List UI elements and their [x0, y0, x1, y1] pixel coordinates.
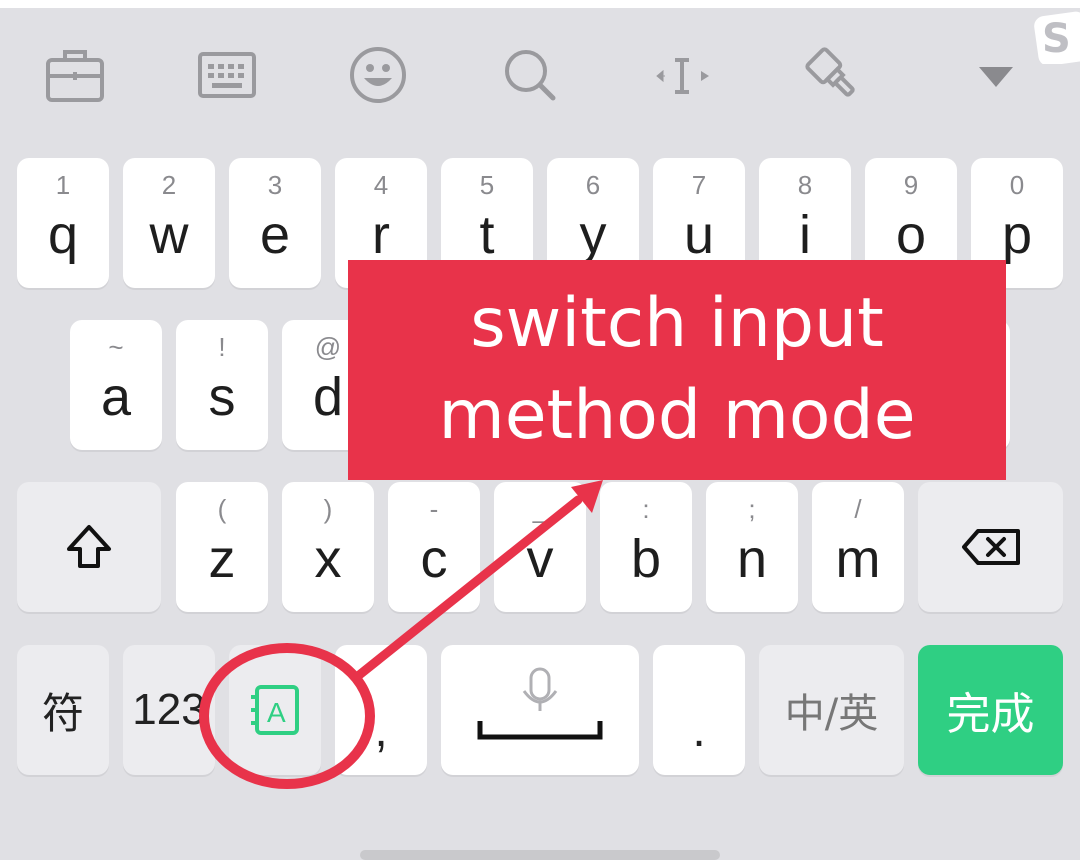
- backspace-icon: [918, 482, 1063, 612]
- top-strip: [0, 0, 1080, 8]
- emoji-icon[interactable]: [343, 40, 413, 110]
- key-letter: r: [372, 205, 390, 265]
- key-hint: 5: [479, 170, 495, 200]
- comma-label: ,: [374, 703, 388, 757]
- period-key[interactable]: .: [653, 645, 745, 775]
- key-q[interactable]: 1q: [17, 158, 109, 288]
- key-letter: p: [1001, 205, 1033, 265]
- key-b[interactable]: :b: [600, 482, 692, 612]
- key-hint: -: [429, 494, 439, 524]
- key-letter: o: [895, 205, 927, 265]
- space-key[interactable]: [441, 645, 639, 775]
- input-mode-key[interactable]: A: [229, 645, 321, 775]
- key-hint: /: [854, 494, 862, 524]
- key-letter: w: [149, 205, 189, 265]
- numbers-label: 123: [132, 685, 206, 734]
- search-icon[interactable]: [495, 40, 565, 110]
- collapse-icon[interactable]: [961, 40, 1031, 110]
- key-letter: t: [479, 205, 495, 265]
- key-hint: 3: [267, 170, 283, 200]
- key-hint: ): [323, 494, 333, 524]
- key-letter: q: [47, 205, 79, 265]
- key-hint: (: [217, 494, 227, 524]
- key-a[interactable]: ~ a: [70, 320, 162, 450]
- key-letter: a: [100, 367, 132, 427]
- microphone-icon: [441, 645, 639, 775]
- symbols-key[interactable]: 符: [17, 645, 109, 775]
- key-w[interactable]: 2w: [123, 158, 215, 288]
- key-x[interactable]: ) x: [282, 482, 374, 612]
- key-letter: s: [208, 367, 236, 427]
- key-letter: b: [630, 529, 662, 589]
- annotation-callout: switch input method mode: [348, 260, 1006, 480]
- cursor-icon[interactable]: [647, 40, 717, 110]
- key-c[interactable]: -c: [388, 482, 480, 612]
- key-hint: 9: [903, 170, 919, 200]
- key-letter: z: [208, 529, 236, 589]
- shift-icon: [17, 482, 161, 612]
- done-label: 完成: [946, 689, 1035, 740]
- key-letter: i: [799, 205, 811, 265]
- done-button[interactable]: 完成: [918, 645, 1063, 775]
- key-letter: e: [259, 205, 291, 265]
- key-hint: ;: [748, 494, 756, 524]
- key-s[interactable]: ! s: [176, 320, 268, 450]
- clear-brush-icon[interactable]: [798, 40, 868, 110]
- key-hint: !: [218, 332, 226, 362]
- key-hint: ~: [108, 332, 124, 362]
- key-hint: 1: [55, 170, 71, 200]
- keyboard-icon[interactable]: [192, 40, 262, 110]
- backspace-key[interactable]: [918, 482, 1063, 612]
- key-hint: 0: [1009, 170, 1025, 200]
- comma-key[interactable]: ,: [335, 645, 427, 775]
- briefcase-icon[interactable]: [40, 40, 110, 110]
- key-z[interactable]: (z: [176, 482, 268, 612]
- logo-icon: S: [1030, 8, 1080, 66]
- key-letter: y: [579, 205, 607, 265]
- key-hint: 7: [691, 170, 707, 200]
- input-mode-icon: A: [229, 645, 321, 775]
- key-letter: x: [314, 529, 342, 589]
- key-letter: n: [736, 529, 768, 589]
- home-indicator: [360, 850, 720, 860]
- key-letter: v: [526, 529, 554, 589]
- numbers-key[interactable]: 123: [123, 645, 215, 775]
- key-m[interactable]: / m: [812, 482, 904, 612]
- key-hint: 6: [585, 170, 601, 200]
- key-n[interactable]: ; n: [706, 482, 798, 612]
- annotation-line-1: switch input: [470, 284, 884, 364]
- period-label: .: [692, 703, 706, 757]
- key-v[interactable]: _ v: [494, 482, 586, 612]
- key-letter: u: [683, 205, 715, 265]
- key-hint: _: [532, 494, 548, 524]
- key-hint: 4: [373, 170, 389, 200]
- key-letter: c: [420, 529, 448, 589]
- svg-text:S: S: [1042, 16, 1071, 62]
- shift-key[interactable]: [17, 482, 161, 612]
- svg-text:A: A: [267, 697, 286, 728]
- key-hint: :: [642, 494, 650, 524]
- key-hint: 8: [797, 170, 813, 200]
- key-e[interactable]: 3e: [229, 158, 321, 288]
- symbols-label: 符: [41, 688, 84, 738]
- key-hint: 2: [161, 170, 177, 200]
- language-toggle-key[interactable]: 中/英: [759, 645, 904, 775]
- annotation-line-2: method mode: [438, 376, 916, 455]
- key-letter: m: [835, 529, 881, 589]
- language-label: 中/英: [784, 691, 879, 737]
